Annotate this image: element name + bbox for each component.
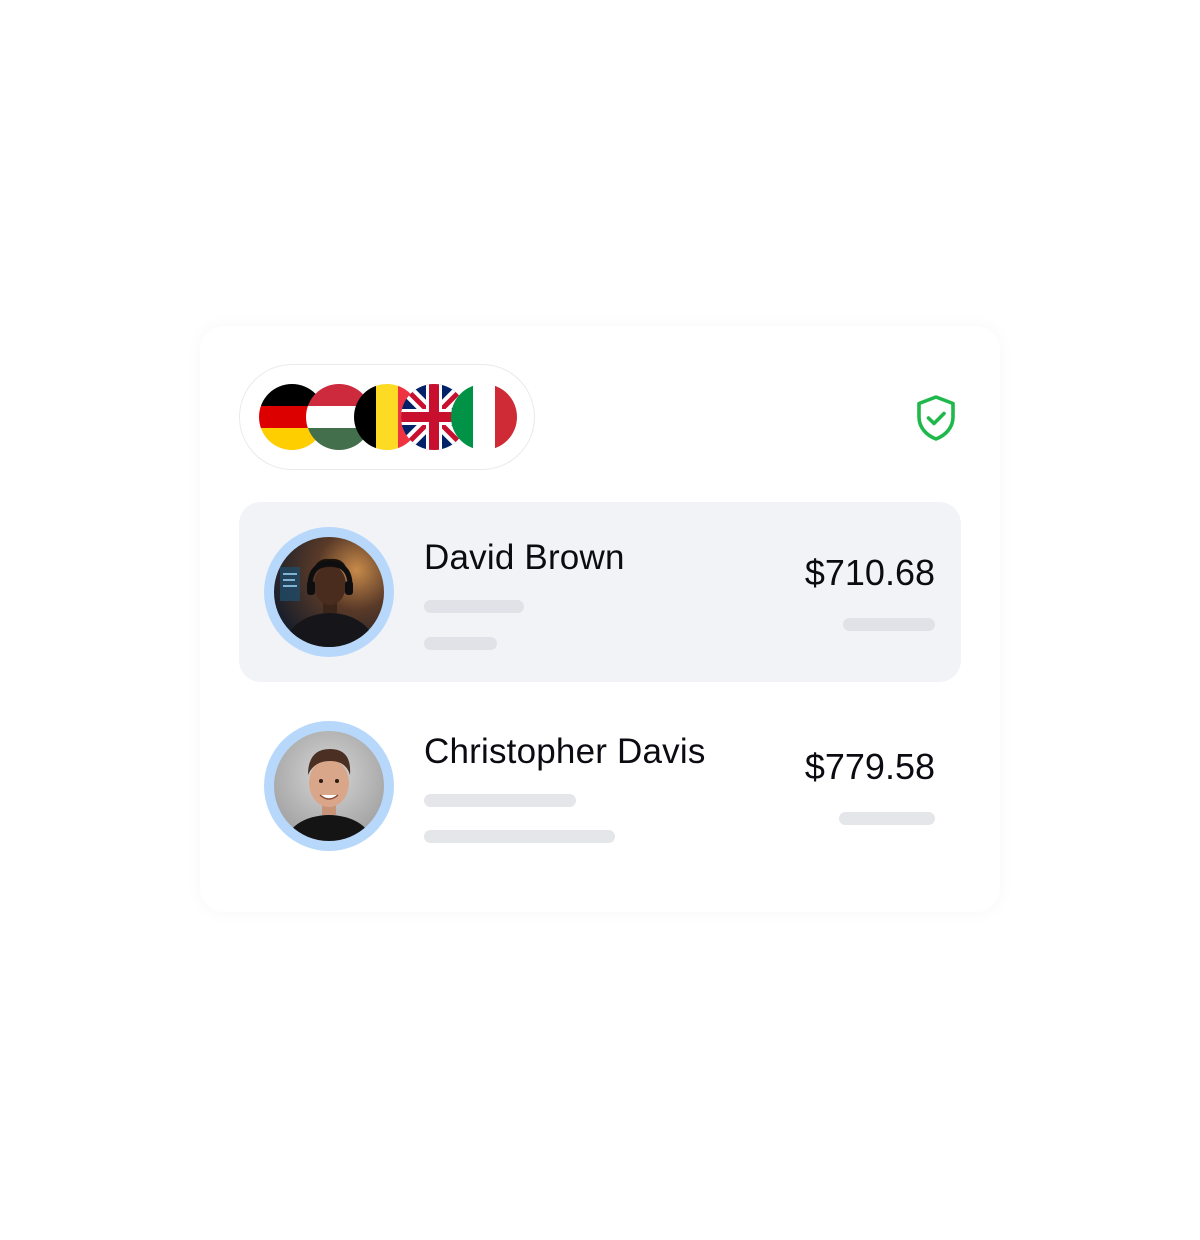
recipient-amount: $779.58 <box>804 746 935 787</box>
avatar-david-brown <box>274 537 384 647</box>
recipient-amount: $710.68 <box>804 552 935 593</box>
italy-flag-icon <box>451 384 517 450</box>
placeholder-line <box>843 618 935 631</box>
recipient-name: Christopher Davis <box>424 732 706 771</box>
avatar <box>264 721 394 851</box>
placeholder-line <box>424 600 524 613</box>
avatar <box>264 527 394 657</box>
avatar-christopher-davis <box>274 731 384 841</box>
placeholder-line <box>839 812 935 825</box>
placeholder-line <box>424 830 615 843</box>
recipient-row-christopher-davis[interactable]: Christopher Davis $779.58 <box>239 696 961 876</box>
recipient-name: David Brown <box>424 538 625 577</box>
recipient-row-david-brown[interactable]: David Brown $710.68 <box>239 502 961 682</box>
placeholder-line <box>424 637 497 650</box>
stage: David Brown $710.68 Christopher Davis $7… <box>0 0 1200 1240</box>
placeholder-line <box>424 794 576 807</box>
shield-check-icon <box>913 394 959 442</box>
